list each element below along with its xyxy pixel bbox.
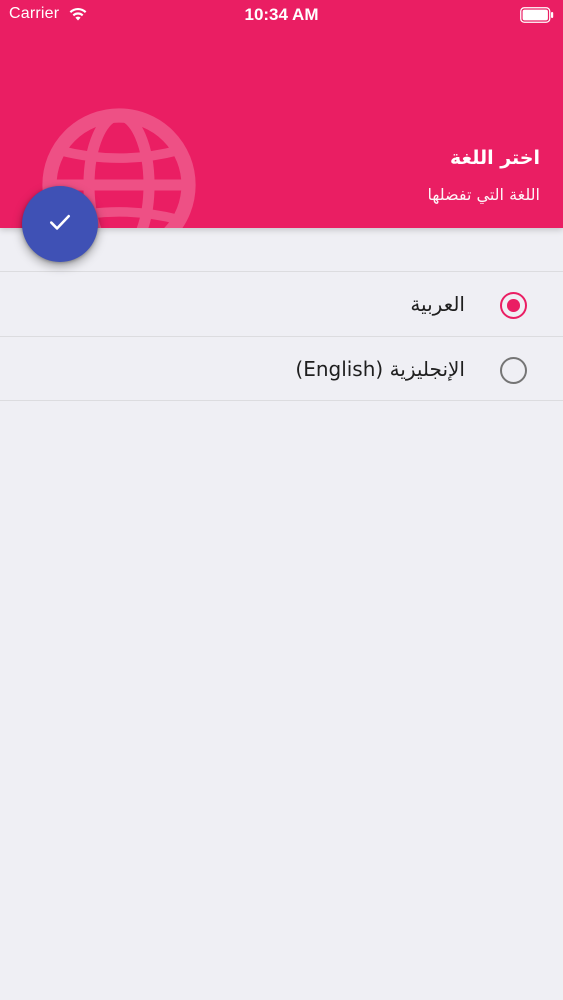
language-option-english[interactable]: الإنجليزية (English) bbox=[0, 336, 563, 401]
page-title: اختر اللغة bbox=[449, 147, 540, 169]
status-time: 10:34 AM bbox=[244, 5, 319, 24]
status-bar: Carrier 10:34 AM bbox=[0, 0, 563, 30]
radio-unselected-icon[interactable] bbox=[500, 357, 527, 384]
check-icon bbox=[46, 208, 74, 240]
language-picker-screen: Carrier 10:34 AM اختر اللغة اللغة التي ت… bbox=[0, 0, 563, 1000]
confirm-button[interactable] bbox=[22, 186, 98, 262]
radio-selected-icon[interactable] bbox=[500, 292, 527, 319]
language-label: الإنجليزية (English) bbox=[295, 357, 465, 381]
language-list: العربية الإنجليزية (English) bbox=[0, 271, 563, 401]
header: اختر اللغة اللغة التي تفضلها bbox=[0, 0, 563, 228]
language-label: العربية bbox=[410, 292, 465, 316]
radio-dot bbox=[507, 299, 520, 312]
battery-icon bbox=[520, 7, 554, 23]
page-subtitle: اللغة التي تفضلها bbox=[427, 185, 540, 204]
language-option-arabic[interactable]: العربية bbox=[0, 271, 563, 336]
